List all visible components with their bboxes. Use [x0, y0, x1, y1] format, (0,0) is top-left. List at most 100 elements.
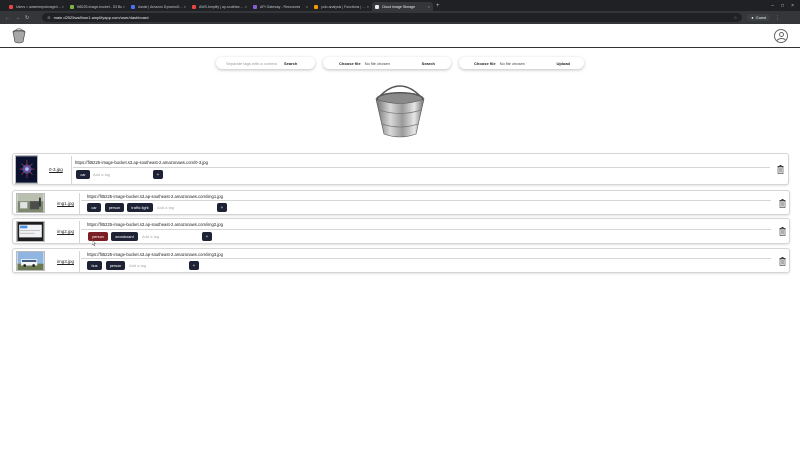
forward-icon[interactable]: → [15, 15, 20, 21]
address-bar[interactable]: ⊚ main.d2525ws8hon1.amplifyapp.com/user/… [42, 13, 743, 22]
image-thumbnail[interactable] [16, 221, 45, 242]
image-thumbnail[interactable] [16, 193, 45, 213]
browser-tab[interactable]: Users < awsmeepstorage4211 × [6, 2, 67, 11]
close-icon[interactable]: × [245, 4, 247, 9]
add-tag-input[interactable] [93, 172, 141, 177]
browser-menu-icon[interactable]: ⋮ [775, 15, 780, 21]
image-filename-link[interactable]: img1.jpg [57, 201, 74, 206]
image-filename-link[interactable]: img3.jpg [57, 259, 74, 264]
add-tag-input[interactable] [142, 234, 190, 239]
trash-icon[interactable] [777, 165, 784, 174]
tag-chip[interactable]: snowboard [111, 232, 138, 241]
browser-toolbar: ← → ↻ ⊚ main.d2525ws8hon1.amplifyapp.com… [0, 11, 800, 24]
tab-label: Cloud Image Storage [382, 4, 416, 9]
add-tag-button[interactable]: + [189, 261, 199, 270]
file-search-status: No file chosen [364, 60, 390, 66]
tag-chip[interactable]: car [76, 170, 90, 179]
upload-button[interactable]: Upload [556, 61, 570, 66]
trash-icon[interactable] [779, 199, 786, 208]
divider [71, 156, 72, 184]
tab-label: Assist | Amazon DynamoDB M [138, 4, 184, 9]
trash-icon[interactable] [779, 257, 786, 266]
user-avatar-icon[interactable] [774, 29, 788, 43]
tab-favicon-icon [192, 4, 196, 9]
tag-chip-selected[interactable]: person [88, 232, 108, 241]
divider [81, 258, 771, 259]
tag-search-bar: Search [216, 57, 315, 69]
image-url: https://fit5225-image-bucket.s3.ap-south… [75, 160, 208, 165]
address-url: main.d2525ws8hon1.amplifyapp.com/user/da… [53, 15, 149, 20]
add-tag-input[interactable] [129, 263, 177, 268]
upload-bar: Choose file No file chosen Upload [459, 57, 584, 69]
bookmark-star-icon[interactable]: ☆ [734, 15, 738, 20]
tag-chip[interactable]: bus [87, 261, 102, 270]
image-thumbnail[interactable] [16, 251, 45, 271]
tab-favicon-icon [375, 4, 379, 9]
close-icon[interactable]: × [428, 4, 430, 9]
browser-tab[interactable]: AWS Amplify | ap-southeast-2 × [189, 2, 250, 11]
divider [79, 251, 80, 272]
file-search-bar: Choose file No file chosen Search [323, 57, 451, 69]
close-icon[interactable]: × [62, 4, 64, 9]
tag-chip[interactable]: person [106, 261, 125, 270]
close-icon[interactable]: × [306, 4, 308, 9]
bucket-logo-icon[interactable] [12, 28, 26, 44]
browser-tab-active[interactable]: Cloud Image Storage × [372, 2, 433, 11]
close-icon[interactable]: × [367, 4, 369, 9]
image-url: https://fit5225-image-bucket.s3.ap-south… [87, 222, 223, 227]
avatar-body [776, 38, 787, 42]
browser-tab[interactable]: API Gateway - Resources × [250, 2, 311, 11]
add-tag-input[interactable] [157, 205, 205, 210]
add-tag-button[interactable]: + [217, 203, 227, 212]
add-tag-button[interactable]: + [153, 170, 163, 179]
file-search-choose-button[interactable]: Choose file [339, 61, 361, 66]
maximize-icon[interactable]: □ [781, 3, 784, 9]
profile-label: Guest [755, 15, 767, 20]
upload-file-status: No file chosen [499, 60, 525, 66]
reload-icon[interactable]: ↻ [25, 15, 29, 21]
browser-tab[interactable]: fit5225-image-bucket - S3 Bu × [67, 2, 128, 11]
tag-chip[interactable]: person [105, 203, 124, 212]
new-tab-icon[interactable]: + [436, 3, 440, 9]
profile-button[interactable]: ● Guest [747, 14, 771, 21]
divider [73, 167, 770, 168]
image-row: 0-3.jpg https://fit5225-image-bucket.s3.… [12, 153, 789, 185]
back-icon[interactable]: ← [5, 15, 10, 21]
tag-search-button[interactable]: Search [284, 61, 297, 66]
image-filename-link[interactable]: 0-3.jpg [49, 167, 63, 172]
trash-icon[interactable] [779, 227, 786, 236]
upload-choose-button[interactable]: Choose file [474, 61, 496, 66]
divider [81, 200, 771, 201]
tab-label: AWS Amplify | ap-southeast-2 [199, 4, 245, 9]
close-icon[interactable]: × [184, 4, 186, 9]
file-search-button[interactable]: Search [422, 61, 435, 66]
close-icon[interactable]: × [123, 4, 125, 9]
tab-favicon-icon [70, 4, 74, 9]
tab-label: yolo-analysis | Functions | Lam [321, 4, 367, 9]
tab-favicon-icon [314, 4, 318, 9]
tab-favicon-icon [253, 4, 257, 9]
minimize-icon[interactable]: – [771, 3, 774, 9]
browser-tab[interactable]: Assist | Amazon DynamoDB M × [128, 2, 189, 11]
tab-favicon-icon [9, 4, 13, 9]
browser-tab[interactable]: yolo-analysis | Functions | Lam × [311, 2, 372, 11]
image-filename-link[interactable]: img2.jpg [57, 229, 74, 234]
tab-label: fit5225-image-bucket - S3 Bu [77, 4, 123, 9]
tag-chip[interactable]: traffic light [127, 203, 153, 212]
tag-search-input[interactable] [226, 60, 284, 66]
image-row: img1.jpg https://fit5225-image-bucket.s3… [12, 190, 790, 215]
tag-chip[interactable]: car [87, 203, 101, 212]
site-info-icon[interactable]: ⊚ [47, 15, 50, 20]
divider [81, 229, 771, 230]
window-close-icon[interactable]: × [791, 3, 794, 9]
tab-favicon-icon [131, 4, 135, 9]
image-thumbnail[interactable] [15, 155, 38, 184]
add-tag-button[interactable]: + [202, 232, 212, 241]
browser-tab-bar: Users < awsmeepstorage4211 × fit5225-imag… [0, 0, 800, 11]
image-url: https://fit5225-image-bucket.s3.ap-south… [87, 194, 223, 199]
bucket-hero-icon [375, 85, 425, 138]
mouse-pointer-icon [92, 240, 96, 246]
app-header [0, 24, 800, 48]
image-row: img3.jpg https://fit5225-image-bucket.s3… [12, 248, 790, 273]
tab-label: Users < awsmeepstorage4211 [16, 4, 62, 9]
